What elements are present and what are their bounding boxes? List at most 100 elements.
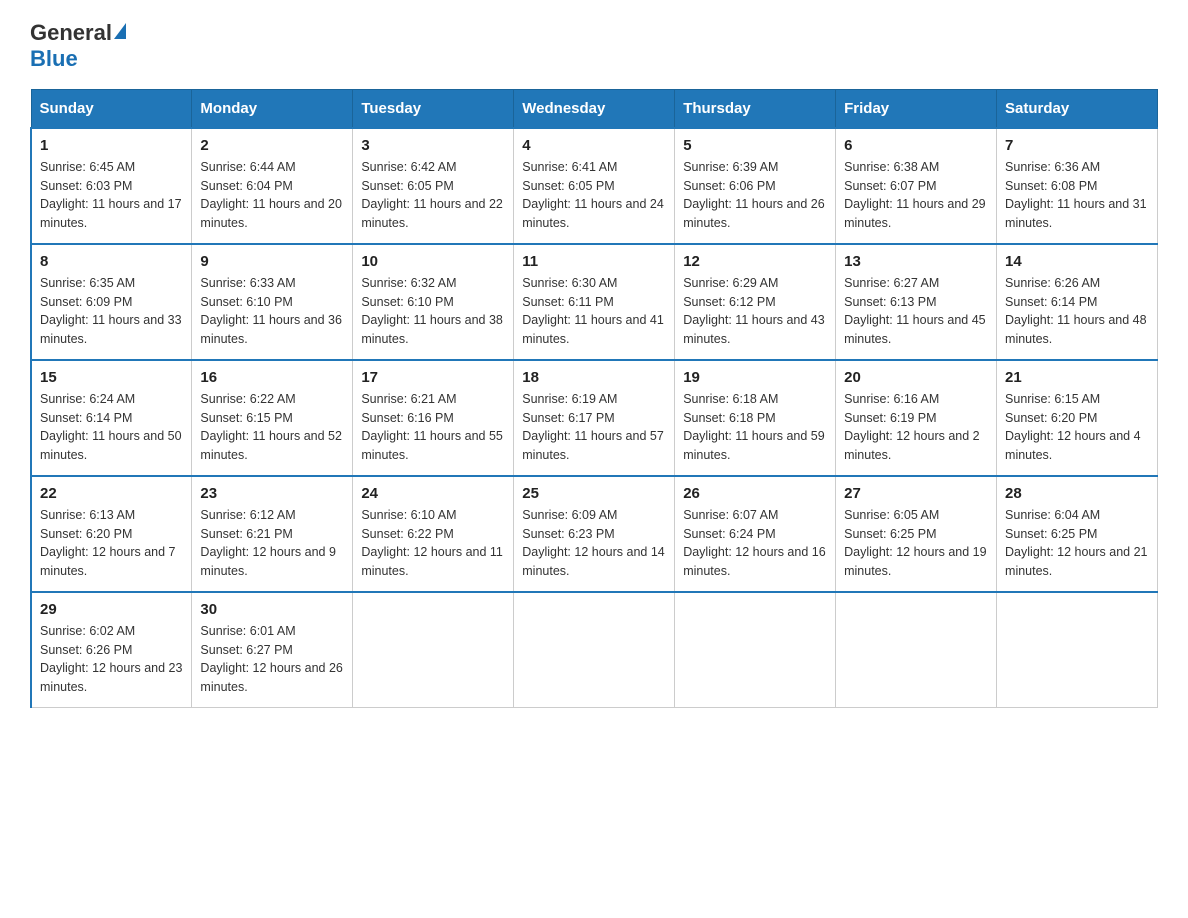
calendar-cell: 13 Sunrise: 6:27 AMSunset: 6:13 PMDaylig… (836, 244, 997, 360)
day-number: 22 (40, 485, 183, 502)
day-info: Sunrise: 6:01 AMSunset: 6:27 PMDaylight:… (200, 624, 342, 694)
day-header-monday: Monday (192, 89, 353, 128)
calendar-cell: 6 Sunrise: 6:38 AMSunset: 6:07 PMDayligh… (836, 128, 997, 244)
calendar-cell: 25 Sunrise: 6:09 AMSunset: 6:23 PMDaylig… (514, 476, 675, 592)
calendar-cell: 1 Sunrise: 6:45 AMSunset: 6:03 PMDayligh… (31, 128, 192, 244)
day-header-wednesday: Wednesday (514, 89, 675, 128)
days-header-row: SundayMondayTuesdayWednesdayThursdayFrid… (31, 89, 1158, 128)
calendar-cell (675, 592, 836, 708)
day-number: 9 (200, 253, 344, 270)
calendar-cell: 19 Sunrise: 6:18 AMSunset: 6:18 PMDaylig… (675, 360, 836, 476)
calendar-cell: 26 Sunrise: 6:07 AMSunset: 6:24 PMDaylig… (675, 476, 836, 592)
day-number: 27 (844, 485, 988, 502)
day-info: Sunrise: 6:05 AMSunset: 6:25 PMDaylight:… (844, 508, 986, 578)
day-number: 25 (522, 485, 666, 502)
day-info: Sunrise: 6:07 AMSunset: 6:24 PMDaylight:… (683, 508, 825, 578)
day-number: 6 (844, 137, 988, 154)
day-info: Sunrise: 6:35 AMSunset: 6:09 PMDaylight:… (40, 276, 182, 346)
calendar-cell: 16 Sunrise: 6:22 AMSunset: 6:15 PMDaylig… (192, 360, 353, 476)
day-info: Sunrise: 6:45 AMSunset: 6:03 PMDaylight:… (40, 160, 182, 230)
day-info: Sunrise: 6:02 AMSunset: 6:26 PMDaylight:… (40, 624, 182, 694)
day-info: Sunrise: 6:36 AMSunset: 6:08 PMDaylight:… (1005, 160, 1147, 230)
calendar-cell: 4 Sunrise: 6:41 AMSunset: 6:05 PMDayligh… (514, 128, 675, 244)
week-row-1: 1 Sunrise: 6:45 AMSunset: 6:03 PMDayligh… (31, 128, 1158, 244)
page-header: General Blue (30, 20, 1158, 73)
calendar-cell: 15 Sunrise: 6:24 AMSunset: 6:14 PMDaylig… (31, 360, 192, 476)
calendar-cell: 17 Sunrise: 6:21 AMSunset: 6:16 PMDaylig… (353, 360, 514, 476)
day-info: Sunrise: 6:32 AMSunset: 6:10 PMDaylight:… (361, 276, 503, 346)
day-number: 30 (200, 601, 344, 618)
day-number: 12 (683, 253, 827, 270)
week-row-4: 22 Sunrise: 6:13 AMSunset: 6:20 PMDaylig… (31, 476, 1158, 592)
day-number: 10 (361, 253, 505, 270)
calendar-cell: 20 Sunrise: 6:16 AMSunset: 6:19 PMDaylig… (836, 360, 997, 476)
day-info: Sunrise: 6:33 AMSunset: 6:10 PMDaylight:… (200, 276, 342, 346)
day-number: 3 (361, 137, 505, 154)
day-number: 23 (200, 485, 344, 502)
day-number: 17 (361, 369, 505, 386)
calendar-cell (997, 592, 1158, 708)
calendar-cell: 9 Sunrise: 6:33 AMSunset: 6:10 PMDayligh… (192, 244, 353, 360)
week-row-2: 8 Sunrise: 6:35 AMSunset: 6:09 PMDayligh… (31, 244, 1158, 360)
calendar-cell: 28 Sunrise: 6:04 AMSunset: 6:25 PMDaylig… (997, 476, 1158, 592)
logo: General Blue (30, 20, 126, 73)
calendar-cell: 14 Sunrise: 6:26 AMSunset: 6:14 PMDaylig… (997, 244, 1158, 360)
day-info: Sunrise: 6:09 AMSunset: 6:23 PMDaylight:… (522, 508, 664, 578)
week-row-3: 15 Sunrise: 6:24 AMSunset: 6:14 PMDaylig… (31, 360, 1158, 476)
day-header-tuesday: Tuesday (353, 89, 514, 128)
calendar-cell: 21 Sunrise: 6:15 AMSunset: 6:20 PMDaylig… (997, 360, 1158, 476)
week-row-5: 29 Sunrise: 6:02 AMSunset: 6:26 PMDaylig… (31, 592, 1158, 708)
day-info: Sunrise: 6:39 AMSunset: 6:06 PMDaylight:… (683, 160, 825, 230)
calendar-cell: 2 Sunrise: 6:44 AMSunset: 6:04 PMDayligh… (192, 128, 353, 244)
day-header-sunday: Sunday (31, 89, 192, 128)
day-info: Sunrise: 6:38 AMSunset: 6:07 PMDaylight:… (844, 160, 986, 230)
day-number: 18 (522, 369, 666, 386)
day-info: Sunrise: 6:15 AMSunset: 6:20 PMDaylight:… (1005, 392, 1141, 462)
calendar-cell: 11 Sunrise: 6:30 AMSunset: 6:11 PMDaylig… (514, 244, 675, 360)
calendar-cell: 18 Sunrise: 6:19 AMSunset: 6:17 PMDaylig… (514, 360, 675, 476)
day-info: Sunrise: 6:19 AMSunset: 6:17 PMDaylight:… (522, 392, 664, 462)
day-info: Sunrise: 6:29 AMSunset: 6:12 PMDaylight:… (683, 276, 825, 346)
day-info: Sunrise: 6:42 AMSunset: 6:05 PMDaylight:… (361, 160, 503, 230)
calendar-cell (514, 592, 675, 708)
day-number: 16 (200, 369, 344, 386)
calendar-cell: 30 Sunrise: 6:01 AMSunset: 6:27 PMDaylig… (192, 592, 353, 708)
day-number: 5 (683, 137, 827, 154)
day-info: Sunrise: 6:13 AMSunset: 6:20 PMDaylight:… (40, 508, 176, 578)
day-number: 28 (1005, 485, 1149, 502)
calendar-cell: 23 Sunrise: 6:12 AMSunset: 6:21 PMDaylig… (192, 476, 353, 592)
calendar-cell: 29 Sunrise: 6:02 AMSunset: 6:26 PMDaylig… (31, 592, 192, 708)
day-info: Sunrise: 6:12 AMSunset: 6:21 PMDaylight:… (200, 508, 336, 578)
day-number: 8 (40, 253, 183, 270)
day-header-friday: Friday (836, 89, 997, 128)
calendar-cell: 12 Sunrise: 6:29 AMSunset: 6:12 PMDaylig… (675, 244, 836, 360)
day-info: Sunrise: 6:16 AMSunset: 6:19 PMDaylight:… (844, 392, 980, 462)
calendar-table: SundayMondayTuesdayWednesdayThursdayFrid… (30, 89, 1158, 708)
day-header-saturday: Saturday (997, 89, 1158, 128)
day-info: Sunrise: 6:26 AMSunset: 6:14 PMDaylight:… (1005, 276, 1147, 346)
day-number: 29 (40, 601, 183, 618)
day-info: Sunrise: 6:10 AMSunset: 6:22 PMDaylight:… (361, 508, 503, 578)
day-number: 13 (844, 253, 988, 270)
calendar-cell: 3 Sunrise: 6:42 AMSunset: 6:05 PMDayligh… (353, 128, 514, 244)
logo-blue: Blue (30, 46, 78, 71)
day-info: Sunrise: 6:44 AMSunset: 6:04 PMDaylight:… (200, 160, 342, 230)
calendar-cell: 5 Sunrise: 6:39 AMSunset: 6:06 PMDayligh… (675, 128, 836, 244)
day-info: Sunrise: 6:30 AMSunset: 6:11 PMDaylight:… (522, 276, 664, 346)
calendar-cell: 22 Sunrise: 6:13 AMSunset: 6:20 PMDaylig… (31, 476, 192, 592)
calendar-cell: 8 Sunrise: 6:35 AMSunset: 6:09 PMDayligh… (31, 244, 192, 360)
day-number: 21 (1005, 369, 1149, 386)
day-info: Sunrise: 6:18 AMSunset: 6:18 PMDaylight:… (683, 392, 825, 462)
day-info: Sunrise: 6:22 AMSunset: 6:15 PMDaylight:… (200, 392, 342, 462)
logo-general: General (30, 20, 112, 45)
day-number: 11 (522, 253, 666, 270)
day-number: 14 (1005, 253, 1149, 270)
calendar-cell: 10 Sunrise: 6:32 AMSunset: 6:10 PMDaylig… (353, 244, 514, 360)
day-number: 15 (40, 369, 183, 386)
day-number: 4 (522, 137, 666, 154)
day-number: 24 (361, 485, 505, 502)
day-number: 20 (844, 369, 988, 386)
calendar-cell (353, 592, 514, 708)
day-info: Sunrise: 6:24 AMSunset: 6:14 PMDaylight:… (40, 392, 182, 462)
day-info: Sunrise: 6:27 AMSunset: 6:13 PMDaylight:… (844, 276, 986, 346)
